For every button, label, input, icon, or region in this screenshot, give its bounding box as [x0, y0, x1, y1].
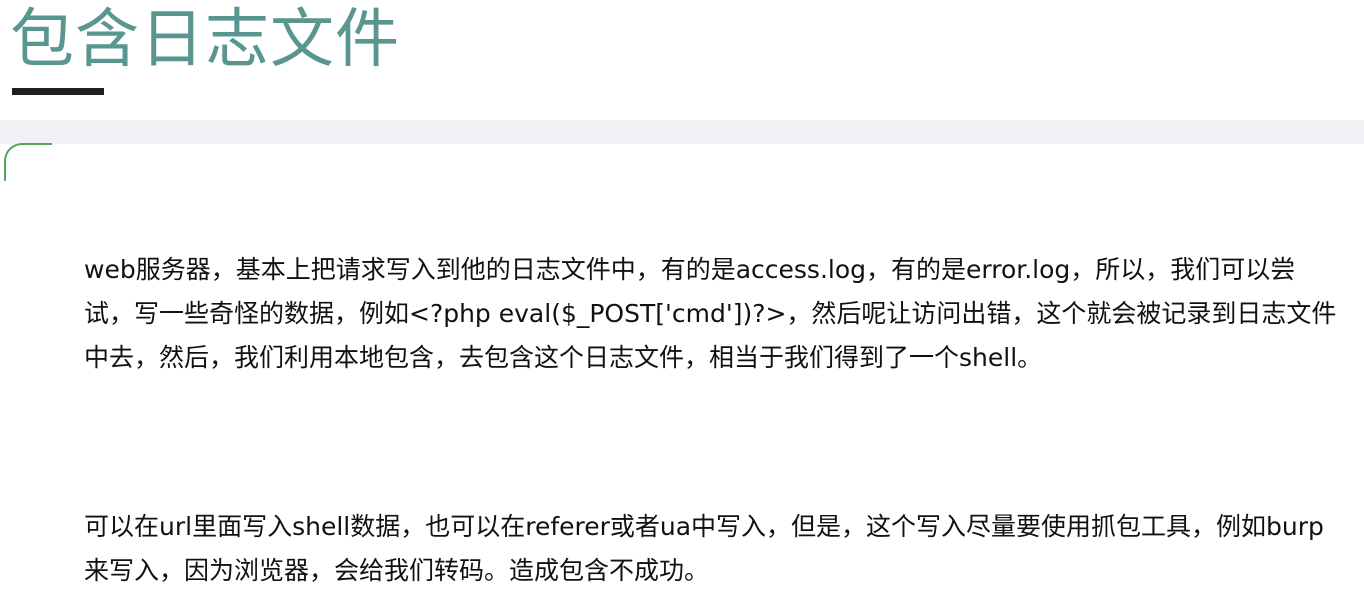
paragraph-log-inclusion: web服务器，基本上把请求写入到他的日志文件中，有的是access.log，有的…	[84, 255, 1337, 372]
title-underline	[12, 88, 104, 95]
page-header: 包含日志文件	[0, 0, 1364, 120]
paragraph-write-methods: 可以在url里面写入shell数据，也可以在referer或者ua中写入，但是，…	[84, 512, 1324, 585]
card-corner-accent	[4, 143, 52, 181]
section-divider-band	[0, 120, 1364, 144]
page-title: 包含日志文件	[10, 3, 400, 77]
